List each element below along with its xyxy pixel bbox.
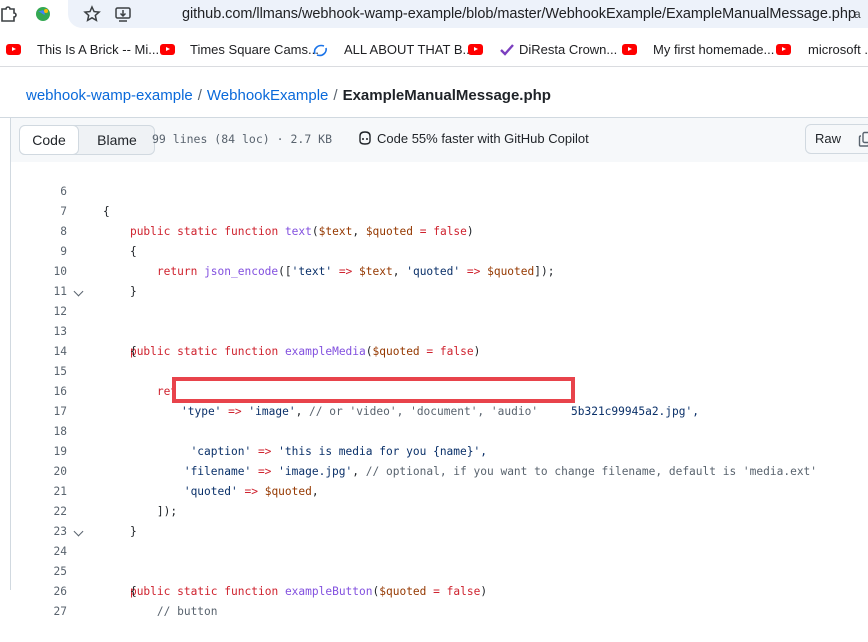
code-line: 9 return json_encode(['text' => $text, '… (11, 222, 868, 278)
comment: // or 'video', 'document', 'audio' (309, 405, 539, 418)
copy-icon (858, 131, 868, 147)
file-toolbar: Code Blame 99 lines (84 loc) · 2.7 KB Co… (10, 118, 868, 163)
youtube-icon (6, 44, 21, 55)
install-app-icon[interactable] (114, 5, 132, 23)
code-line: 23 (11, 502, 868, 538)
breadcrumb-folder-link[interactable]: WebhookExample (207, 87, 328, 104)
code-line: 21 ]); (11, 462, 868, 518)
code-line: 26 // button (11, 562, 868, 618)
file-meta: 99 lines (84 loc) · 2.7 KB (152, 132, 333, 146)
string: 'image' (248, 405, 296, 418)
code-line: 27 (11, 582, 868, 618)
breadcrumb-separator: / (333, 87, 338, 104)
code-line: 22 } (11, 482, 868, 538)
extension-icon[interactable] (0, 5, 18, 23)
url-text[interactable]: github.com/llmans/webhook-wamp-example/b… (182, 6, 856, 22)
code-line: 24 public static function exampleButton(… (11, 522, 868, 598)
comment: // button (156, 605, 218, 618)
fold-chevron-icon[interactable] (73, 286, 84, 297)
code-line: 25 { (11, 542, 868, 598)
line-code: 'type' => 'image', // or 'video', 'docum… (181, 405, 539, 418)
code-line: 20 'quoted' => $quoted, (11, 442, 868, 498)
code-line: 13 { (11, 302, 868, 358)
code-line: 8 { (11, 202, 868, 258)
code-line: 14 (11, 322, 868, 358)
site-globe-icon[interactable] (34, 5, 52, 23)
code-line: 6 { (11, 162, 868, 218)
breadcrumb-current-file: ExampleManualMessage.php (342, 87, 551, 104)
breadcrumb-repo-link[interactable]: webhook-wamp-example (26, 87, 193, 104)
fold-chevron-icon[interactable] (73, 526, 84, 537)
site-logo-icon (313, 44, 327, 57)
breadcrumb-separator: / (197, 87, 202, 104)
code-line: 7 public static function text($text, $qu… (11, 182, 868, 238)
bookmark-item[interactable]: Times Square Cams... (190, 42, 319, 57)
tab-code[interactable]: Code (19, 125, 79, 155)
svg-text:a: a (854, 7, 861, 21)
code-line: 12 public static function exampleMedia($… (11, 282, 868, 358)
youtube-icon (622, 44, 637, 55)
code-line: 19 'filename' => 'image.jpg', // optiona… (11, 422, 868, 478)
bookmark-item[interactable]: This Is A Brick -- Mi... (37, 42, 159, 57)
youtube-icon (468, 44, 483, 55)
copilot-promo-link[interactable]: Code 55% faster with GitHub Copilot (377, 131, 589, 146)
line-code: // button (103, 602, 218, 622)
bookmark-item[interactable]: microsoft .n (808, 42, 868, 57)
bookmarks-bar: This Is A Brick -- Mi... Times Square Ca… (0, 34, 868, 67)
tab-blame[interactable]: Blame (80, 126, 154, 154)
code-line: 15 return json_encode([ (11, 342, 868, 398)
raw-button[interactable]: Raw (805, 124, 851, 154)
copy-button[interactable] (849, 124, 868, 154)
highlighted-code-line: 'type' => 'image', // or 'video', 'docum… (10, 382, 868, 418)
browser-toolbar: github.com/llmans/webhook-wamp-example/b… (0, 0, 868, 31)
view-toggle: Code Blame (19, 125, 155, 155)
copilot-icon (359, 131, 371, 145)
code-line: 10 } (11, 242, 868, 298)
breadcrumb: webhook-wamp-example / WebhookExample / Exam… (26, 87, 551, 104)
youtube-icon (160, 44, 175, 55)
code-line: 11 (11, 262, 868, 298)
check-icon (500, 44, 514, 56)
copilot-promo-label: Code 55% faster with GitHub Copilot (377, 131, 589, 146)
bookmark-star-icon[interactable] (83, 5, 101, 23)
line-number[interactable]: 27 (11, 602, 67, 622)
bookmark-item[interactable]: DiResta Crown... (519, 42, 617, 57)
translate-icon[interactable]: a (854, 5, 868, 23)
bookmark-item[interactable]: ALL ABOUT THAT B... (344, 42, 473, 57)
youtube-icon (776, 44, 791, 55)
code-viewer: 6 { 7 public static function text($text,… (10, 162, 868, 618)
string: 'type' (181, 405, 222, 418)
bookmark-item[interactable]: My first homemade... (653, 42, 774, 57)
